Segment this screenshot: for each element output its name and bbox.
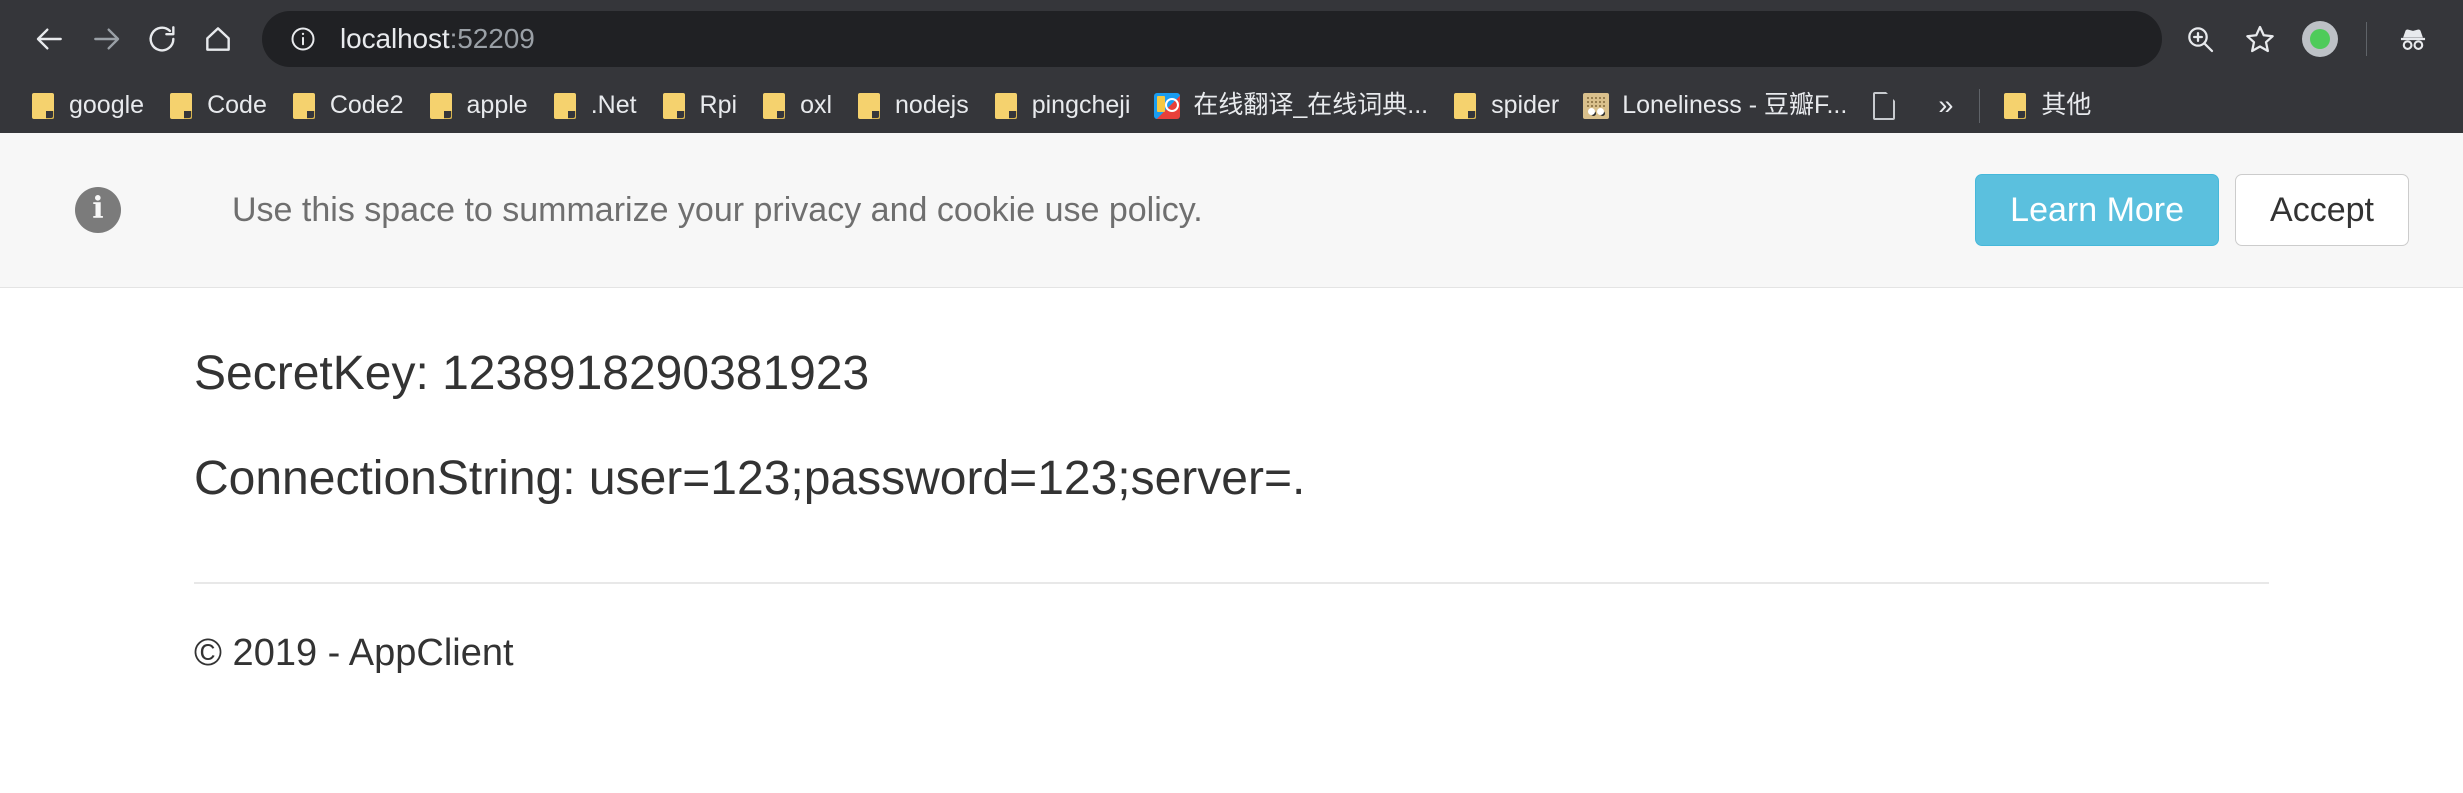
- bookmark-label: Rpi: [699, 91, 738, 119]
- bookmarks-divider: [1979, 88, 1981, 123]
- bookmark-star-button[interactable]: [2232, 11, 2288, 67]
- bookmark-item-oxl[interactable]: oxl: [749, 86, 844, 126]
- star-icon: [2244, 23, 2276, 55]
- folder-icon: [661, 92, 687, 119]
- bookmark-label: nodejs: [895, 91, 969, 119]
- bookmark-item-code2[interactable]: Code2: [279, 86, 416, 126]
- accept-button[interactable]: Accept: [2235, 174, 2409, 246]
- bookmark-item-spider[interactable]: spider: [1440, 86, 1571, 126]
- bookmark-item-google[interactable]: google: [18, 86, 156, 126]
- folder-icon: [168, 92, 194, 119]
- bookmarks-bar: google Code Code2 apple .Net Rpi oxl nod…: [0, 78, 2463, 133]
- folder-icon: [552, 92, 578, 119]
- page-content: i Use this space to summarize your priva…: [0, 133, 2463, 793]
- bookmark-item-translate[interactable]: 在线翻译_在线词典...: [1142, 86, 1440, 126]
- bookmark-item-nodejs[interactable]: nodejs: [844, 86, 981, 126]
- learn-more-button[interactable]: Learn More: [1975, 174, 2220, 246]
- bookmark-label: pingcheji: [1031, 91, 1131, 119]
- bookmark-item-apple[interactable]: apple: [416, 86, 540, 126]
- bookmark-label: 其他: [2041, 91, 2092, 119]
- folder-icon: [428, 92, 454, 119]
- avatar-status-dot: [2310, 29, 2330, 49]
- bookmark-label: 在线翻译_在线词典...: [1193, 91, 1429, 119]
- folder-icon: [30, 92, 56, 119]
- connection-string-text: ConnectionString: user=123;password=123;…: [194, 451, 1306, 505]
- bookmark-item-code[interactable]: Code: [156, 86, 279, 126]
- reload-button[interactable]: [134, 11, 190, 67]
- toolbar-divider: [2366, 22, 2367, 56]
- bookmark-item-untitled[interactable]: [1859, 86, 1922, 126]
- dictionary-favicon-icon: [1154, 92, 1181, 119]
- footer-copyright: © 2019 - AppClient: [194, 631, 514, 674]
- back-button[interactable]: [22, 11, 78, 67]
- avatar: [2302, 21, 2338, 57]
- incognito-button[interactable]: [2385, 11, 2441, 67]
- bookmark-label: google: [69, 91, 145, 119]
- incognito-icon: [2396, 22, 2430, 56]
- bookmark-label: Code2: [329, 91, 404, 119]
- url-port: :52209: [449, 23, 535, 54]
- folder-icon: [856, 92, 882, 119]
- zoom-in-icon: [2184, 23, 2216, 55]
- reload-icon: [146, 23, 178, 55]
- folder-icon: [2002, 92, 2028, 119]
- folder-icon: [993, 92, 1019, 119]
- bookmark-label: spider: [1491, 91, 1560, 119]
- secret-key-text: SecretKey: 1238918290381923: [194, 347, 870, 400]
- bookmark-item-other-bookmarks[interactable]: 其他: [1990, 86, 2103, 126]
- album-favicon-icon: [1583, 92, 1610, 119]
- bookmark-label: Code: [207, 91, 267, 119]
- bookmark-item-dotnet[interactable]: .Net: [540, 86, 649, 126]
- bookmark-item-pingcheji[interactable]: pingcheji: [981, 86, 1143, 126]
- bookmarks-overflow-button[interactable]: »: [1922, 92, 1969, 119]
- url-host: localhost: [340, 23, 450, 54]
- forward-button[interactable]: [78, 11, 134, 67]
- home-icon: [202, 23, 234, 55]
- bookmark-item-rpi[interactable]: Rpi: [649, 86, 750, 126]
- browser-toolbar: localhost:52209: [0, 0, 2463, 78]
- address-bar[interactable]: localhost:52209: [262, 11, 2162, 67]
- bookmark-item-loneliness[interactable]: Loneliness - 豆瓣F...: [1571, 86, 1859, 126]
- page-icon: [1871, 91, 1897, 120]
- back-arrow-icon: [34, 23, 66, 55]
- zoom-button[interactable]: [2172, 11, 2228, 67]
- bookmark-label: oxl: [800, 91, 833, 119]
- main-content: SecretKey: 1238918290381923 ConnectionSt…: [0, 288, 2463, 675]
- profile-button[interactable]: [2292, 11, 2348, 67]
- bookmark-label: .Net: [590, 91, 637, 119]
- cookie-banner-actions: Learn More Accept: [1975, 174, 2409, 246]
- address-bar-text: localhost:52209: [340, 23, 535, 55]
- cookie-banner-message: Use this space to summarize your privacy…: [232, 190, 1203, 229]
- folder-icon: [1452, 92, 1478, 119]
- site-info-icon[interactable]: [288, 24, 318, 54]
- folder-icon: [761, 92, 787, 119]
- home-button[interactable]: [190, 11, 246, 67]
- browser-chrome: localhost:52209 google Code Code2 apple …: [0, 0, 2463, 133]
- bookmark-label: apple: [466, 91, 528, 119]
- forward-arrow-icon: [90, 23, 122, 55]
- toolbar-actions: [2172, 11, 2441, 67]
- bookmark-label: Loneliness - 豆瓣F...: [1622, 91, 1848, 119]
- folder-icon: [291, 92, 317, 119]
- info-icon: i: [75, 187, 121, 233]
- cookie-consent-banner: i Use this space to summarize your priva…: [0, 133, 2463, 288]
- cookie-banner-icon-wrap: i: [0, 187, 196, 233]
